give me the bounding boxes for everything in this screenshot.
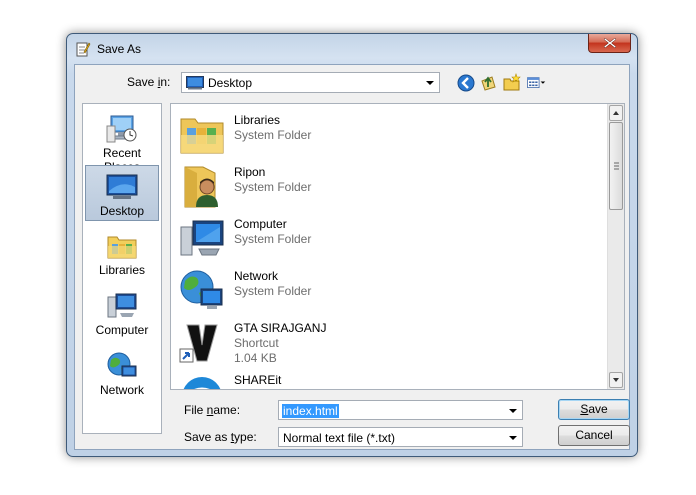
libraries-icon — [107, 236, 137, 259]
user-folder-icon — [184, 166, 218, 208]
file-name: Computer — [234, 217, 287, 231]
close-button[interactable] — [588, 34, 631, 53]
computer-icon — [180, 220, 224, 256]
network-icon — [180, 270, 223, 309]
desktop-icon — [106, 174, 138, 199]
file-type: System Folder — [234, 284, 312, 298]
place-label: Libraries — [98, 263, 146, 277]
file-type: Shortcut — [234, 336, 279, 350]
window-title: Save As — [97, 42, 142, 56]
dialog-client-area: Save in: Desktop Recent Desktop Librarie… — [74, 64, 630, 450]
notepad-icon — [76, 42, 91, 57]
list-item[interactable]: Network System Folder — [179, 265, 609, 315]
place-network[interactable]: Network — [85, 345, 159, 401]
list-item[interactable]: Ripon System Folder — [179, 161, 609, 211]
scroll-up-button[interactable] — [609, 105, 623, 121]
cancel-button[interactable]: Cancel — [558, 425, 630, 446]
chevron-down-icon — [426, 81, 434, 85]
file-type: System Folder — [234, 180, 312, 194]
places-bar: Recent Places Desktop — [82, 103, 162, 434]
save-as-type-value: Normal text file (*.txt) — [283, 431, 396, 445]
file-list[interactable]: Libraries System Folder Ripon System Fol… — [170, 103, 625, 390]
file-name-input[interactable]: index.html — [278, 400, 523, 420]
file-size: 1.04 KB — [234, 351, 277, 365]
save-as-type-label: Save as type: — [184, 430, 257, 444]
place-label: Desktop — [99, 204, 145, 218]
save-as-type-select[interactable]: Normal text file (*.txt) — [278, 427, 523, 447]
chevron-up-icon — [613, 111, 619, 115]
up-one-level-icon[interactable] — [479, 73, 499, 93]
libraries-folder-icon — [180, 118, 224, 154]
save-in-label: Save in: — [127, 75, 171, 89]
file-name: Network — [234, 269, 279, 283]
place-label: Network — [99, 383, 144, 397]
recent-places-icon — [106, 115, 137, 143]
network-icon — [107, 352, 137, 377]
place-libraries[interactable]: Libraries — [85, 225, 159, 281]
shareit-icon — [183, 377, 221, 389]
close-icon — [604, 38, 616, 48]
scroll-down-button[interactable] — [609, 372, 623, 388]
save-button[interactable]: Save — [558, 399, 630, 420]
chevron-down-icon[interactable] — [509, 409, 517, 413]
list-item[interactable]: Computer System Folder — [179, 213, 609, 263]
list-item[interactable]: Libraries System Folder — [179, 109, 609, 159]
file-name: Ripon — [234, 165, 266, 179]
file-name-label: File name: — [184, 403, 241, 417]
file-name: GTA SIRAJGANJ — [234, 321, 327, 335]
place-label: Computer — [95, 323, 149, 337]
save-in-value: Desktop — [208, 76, 253, 90]
title-bar[interactable]: Save As — [67, 34, 637, 60]
save-in-combo[interactable]: Desktop — [181, 72, 440, 93]
views-menu-icon[interactable] — [526, 73, 546, 93]
file-name-value: index.html — [282, 404, 339, 418]
list-item[interactable]: SHAREit — [179, 369, 609, 389]
scroll-thumb[interactable] — [609, 122, 623, 210]
grip-icon — [614, 162, 619, 170]
computer-icon — [107, 293, 137, 318]
chevron-down-icon — [509, 436, 517, 440]
new-folder-icon[interactable] — [502, 73, 522, 93]
place-recent-places[interactable]: Recent Places — [85, 106, 159, 174]
desktop-small-icon — [186, 76, 204, 90]
file-name: Libraries — [234, 113, 281, 127]
chevron-down-icon — [613, 378, 619, 382]
file-type: System Folder — [234, 128, 312, 142]
file-type: System Folder — [234, 232, 312, 246]
back-icon[interactable] — [456, 73, 476, 93]
gta-shortcut-icon — [179, 324, 218, 363]
file-name: SHAREit — [234, 373, 282, 387]
place-desktop[interactable]: Desktop — [85, 165, 159, 221]
place-computer[interactable]: Computer — [85, 285, 159, 341]
save-as-dialog: Save As Save in: Desktop Recent Desktop … — [66, 33, 638, 457]
list-item[interactable]: GTA SIRAJGANJ Shortcut 1.04 KB — [179, 317, 609, 367]
vertical-scrollbar[interactable] — [607, 104, 624, 389]
